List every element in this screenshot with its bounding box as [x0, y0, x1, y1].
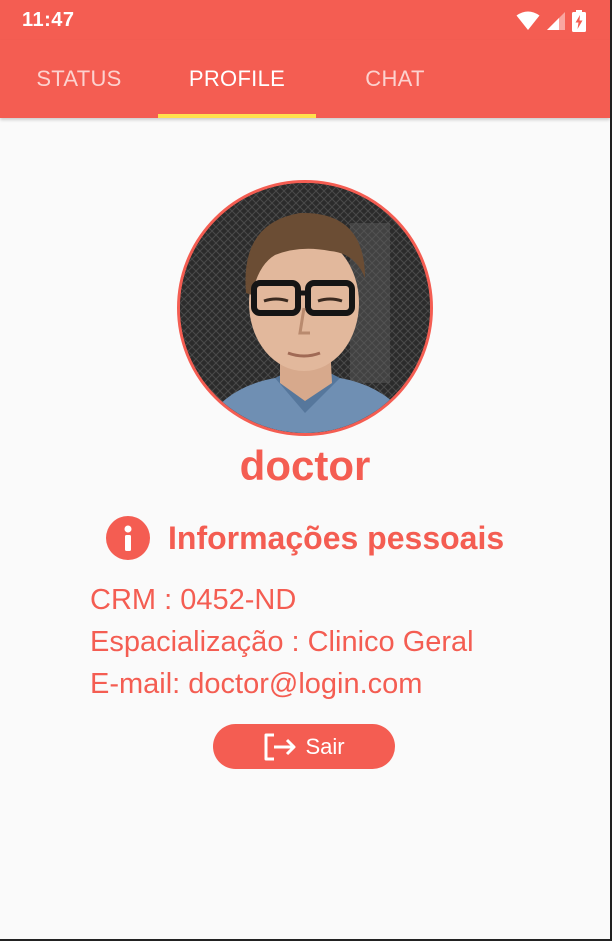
avatar — [177, 180, 433, 436]
app-screen: 11:47 STATUS PROFILE CHAT doctor Informa… — [0, 0, 612, 941]
logout-label: Sair — [305, 733, 345, 759]
wifi-icon — [516, 11, 540, 30]
cell-signal-icon — [547, 12, 565, 30]
personal-info-heading: Informações pessoais — [106, 514, 504, 562]
battery-charging-icon — [572, 10, 586, 32]
specialization-text: Espacialização : Clinico Geral — [90, 626, 474, 658]
status-time: 11:47 — [22, 9, 75, 31]
info-icon — [106, 516, 150, 560]
status-icons — [516, 10, 586, 32]
logout-icon — [263, 732, 297, 762]
logout-button[interactable]: Sair — [213, 724, 395, 769]
tab-status[interactable]: STATUS — [0, 40, 158, 118]
status-bar: 11:47 — [0, 0, 610, 40]
avatar-photo — [180, 183, 430, 433]
personal-info-title: Informações pessoais — [168, 519, 505, 556]
profile-name: doctor — [239, 442, 371, 489]
email-text: E-mail: doctor@login.com — [90, 668, 423, 700]
tab-chat[interactable]: CHAT — [316, 40, 474, 118]
tab-profile[interactable]: PROFILE — [158, 40, 316, 118]
crm-text: CRM : 0452-ND — [90, 584, 297, 616]
active-tab-indicator — [158, 114, 316, 118]
tab-bar: STATUS PROFILE CHAT — [0, 40, 610, 118]
